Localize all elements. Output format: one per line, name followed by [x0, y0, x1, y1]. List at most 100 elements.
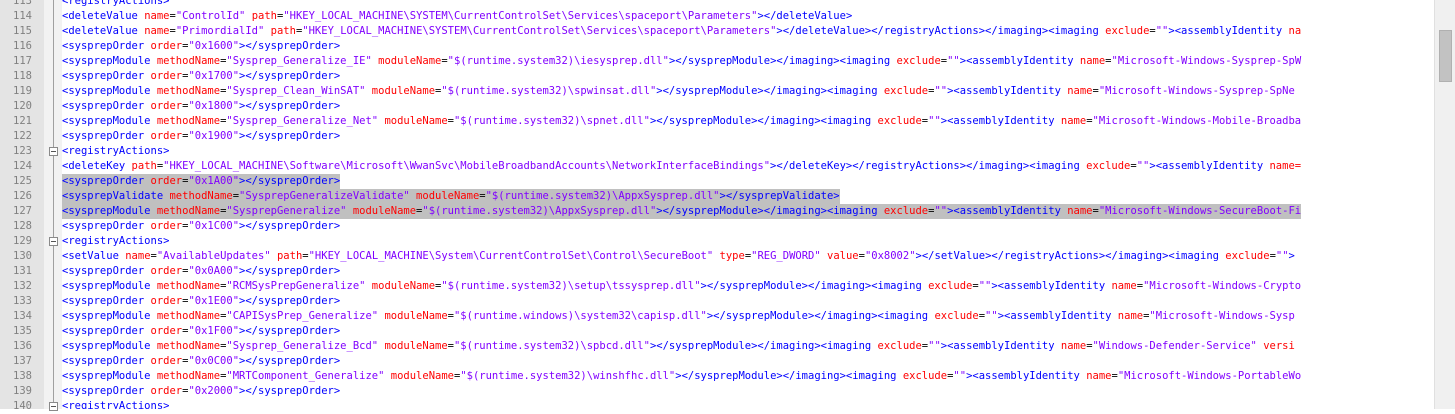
line-number: 137 — [13, 355, 32, 367]
code-token: sysprepModule — [68, 310, 157, 322]
code-line[interactable]: <sysprepModule methodName="Sysprep_Gener… — [62, 54, 1301, 69]
code-line[interactable]: <sysprepOrder order="0x0A00"></sysprepOr… — [62, 264, 340, 279]
code-token: sysprepOrder — [68, 130, 151, 142]
code-area[interactable]: <registryActions> <deleteValue name="Cont… — [62, 0, 1435, 409]
code-token: "HKEY_LOCAL_MACHINE\Software\Microsoft\W… — [163, 160, 771, 172]
code-line[interactable]: <sysprepValidate methodName="SysprepGene… — [62, 189, 840, 204]
code-token: exclude — [1086, 160, 1131, 172]
code-line[interactable]: <sysprepOrder order="0x1A00"></sysprepOr… — [62, 174, 341, 189]
code-token: "$(runtime.system32)\AppxSysprep.dll" — [485, 190, 720, 202]
vertical-scrollbar[interactable] — [1434, 0, 1455, 409]
code-token: name — [1060, 340, 1087, 352]
code-token: order — [150, 130, 183, 142]
code-token: ></sysprepOrder> — [239, 40, 341, 52]
scrollbar-thumb[interactable] — [1439, 30, 1452, 82]
code-token: ><assemblyIdentity — [940, 115, 1061, 127]
code-token: moduleName — [371, 85, 436, 97]
code-token: ></sysprepModule></imaging><imaging — [675, 370, 903, 382]
code-line[interactable]: <sysprepOrder order="0x1C00"></sysprepOr… — [62, 219, 340, 234]
code-token: deleteValue — [68, 10, 145, 22]
code-token: moduleName — [384, 310, 448, 322]
code-token: "0x1E00" — [188, 295, 240, 307]
code-token: moduleName — [384, 115, 448, 127]
code-line[interactable]: <sysprepOrder order="0x1800"></sysprepOr… — [62, 99, 340, 114]
code-token: ></sysprepOrder> — [239, 220, 341, 232]
code-token: exclude — [877, 115, 922, 127]
code-line[interactable]: <sysprepModule methodName="MRTComponent_… — [62, 369, 1301, 384]
code-line[interactable]: <sysprepOrder order="0x1600"></sysprepOr… — [62, 39, 340, 54]
code-token: deleteKey — [68, 160, 132, 172]
line-number: 113 — [13, 0, 32, 7]
line-number: 126 — [13, 190, 32, 202]
code-line[interactable]: <registryActions> — [62, 234, 169, 249]
code-token: "" — [947, 55, 960, 67]
code-line[interactable]: <deleteValue name="ControlId" path="HKEY… — [62, 9, 852, 24]
code-token: exclude — [934, 310, 979, 322]
code-token: moduleName — [384, 340, 448, 352]
code-line[interactable]: <setValue name="AvailableUpdates" path="… — [62, 249, 1295, 264]
code-token: methodName — [156, 370, 221, 382]
code-token: ></sysprepOrder> — [239, 70, 341, 82]
code-token: deleteValue — [776, 10, 846, 22]
code-token: "Sysprep_Generalize_IE" — [226, 55, 372, 67]
code-line[interactable]: <registryActions> — [62, 144, 169, 159]
code-line[interactable]: <sysprepModule methodName="Sysprep_Clean… — [62, 84, 1295, 99]
code-token: registryActions — [68, 400, 164, 409]
code-token: name — [1067, 205, 1093, 217]
code-token: "$(runtime.system32)\AppxSysprep.dll" — [422, 205, 657, 217]
code-line[interactable]: <sysprepOrder order="0x1F00"></sysprepOr… — [62, 324, 340, 339]
code-token: order — [150, 385, 183, 397]
code-line[interactable]: <registryActions> — [62, 0, 169, 9]
code-token: registryActions — [68, 235, 164, 247]
code-line[interactable]: <sysprepOrder order="0x1E00"></sysprepOr… — [62, 294, 340, 309]
code-token: na — [1288, 25, 1302, 37]
code-token: ></sysprepModule></imaging><imaging — [668, 55, 897, 67]
code-line[interactable]: <deleteKey path="HKEY_LOCAL_MACHINE\Soft… — [62, 159, 1301, 174]
code-token: ></sysprepModule></imaging><imaging — [706, 310, 935, 322]
code-token: "" — [934, 85, 948, 97]
code-line[interactable]: <sysprepModule methodName="Sysprep_Gener… — [62, 339, 1295, 354]
code-token: sysprepOrder — [68, 175, 151, 187]
fold-toggle-icon[interactable] — [49, 237, 58, 246]
code-token: "PrimordialId" — [175, 25, 265, 37]
code-token: "Microsoft-Windows-Sysp — [1149, 310, 1295, 322]
code-line[interactable]: <sysprepModule methodName="Sysprep_Gener… — [62, 114, 1301, 129]
code-line[interactable]: <sysprepOrder order="0x2000"></sysprepOr… — [62, 384, 340, 399]
code-line[interactable]: <registryActions> — [62, 399, 169, 409]
code-line[interactable]: <sysprepModule methodName="RCMSysPrepGen… — [62, 279, 1301, 294]
line-number: 138 — [13, 370, 32, 382]
code-token: sysprepModule — [68, 280, 157, 292]
code-token: order — [150, 265, 183, 277]
code-token: "$(runtime.system32)\winshfhc.dll" — [460, 370, 676, 382]
code-line[interactable]: <sysprepOrder order="0x1700"></sysprepOr… — [62, 69, 340, 84]
code-token: "HKEY_LOCAL_MACHINE\System\CurrentContro… — [308, 250, 714, 262]
code-token: path — [251, 10, 277, 22]
line-number: 128 — [13, 220, 32, 232]
line-number: 116 — [13, 40, 32, 52]
code-line[interactable]: <deleteValue name="PrimordialId" path="H… — [62, 24, 1301, 39]
code-editor[interactable]: 113 114 115 116 117 118 119 120 121 122 123 124 125 1… — [0, 0, 1455, 412]
code-token: registryActions — [68, 0, 164, 7]
code-token: sysprepModule — [68, 370, 157, 382]
code-token: "CAPISysPrep_Generalize" — [226, 310, 379, 322]
code-token: "$(runtime.system32)\spbcd.dll" — [453, 340, 650, 352]
code-line[interactable]: <sysprepModule methodName="CAPISysPrep_G… — [62, 309, 1295, 324]
code-line[interactable]: <sysprepOrder order="0x0C00"></sysprepOr… — [62, 354, 340, 369]
code-token: path — [276, 250, 303, 262]
code-token: ></sysprepModule></imaging><imaging — [649, 115, 878, 127]
code-token: "0x1700" — [188, 70, 240, 82]
code-token: > — [845, 10, 853, 22]
code-token: setValue — [68, 250, 126, 262]
code-token: exclude — [896, 55, 941, 67]
line-number: 120 — [13, 100, 32, 112]
code-token: registryActions — [68, 145, 164, 157]
code-token: "ControlId" — [175, 10, 246, 22]
code-line[interactable]: <sysprepOrder order="0x1900"></sysprepOr… — [62, 129, 340, 144]
code-token: "$(runtime.windows)\system32\capisp.dll" — [453, 310, 707, 322]
code-token: "" — [928, 340, 941, 352]
code-line[interactable]: <sysprepModule methodName="SysprepGenera… — [62, 204, 1302, 219]
fold-toggle-icon[interactable] — [49, 147, 58, 156]
code-token: ></sysprepOrder> — [239, 355, 341, 367]
fold-toggle-icon[interactable] — [49, 402, 58, 411]
code-token: name — [144, 25, 170, 37]
